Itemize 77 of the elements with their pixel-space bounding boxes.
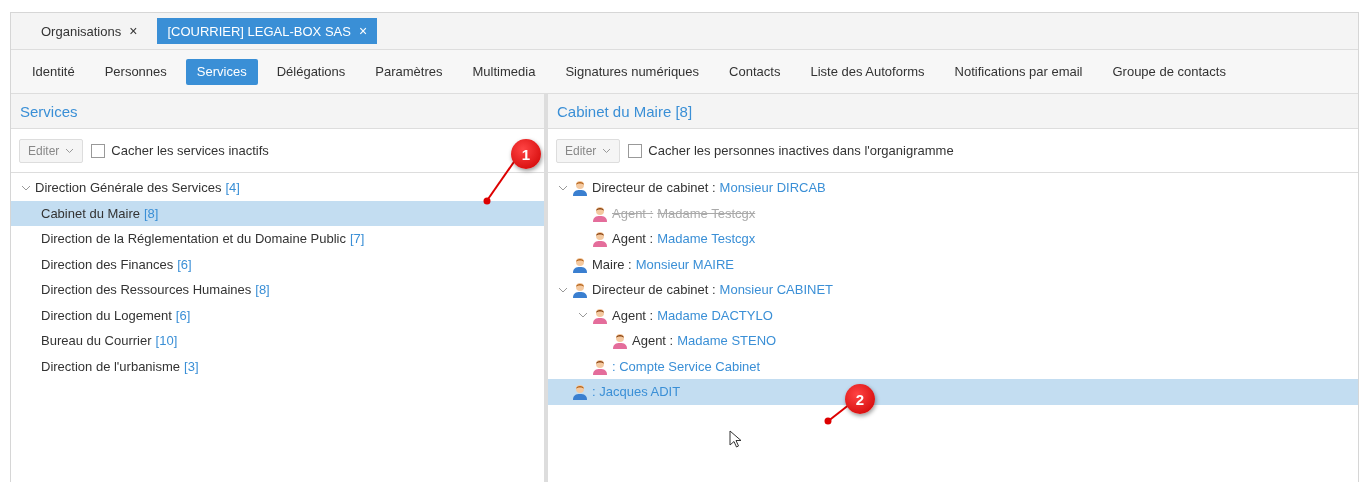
person-item[interactable]: Directeur de cabinet : Monsieur DIRCAB <box>548 175 1358 201</box>
member-count: [4] <box>225 180 240 196</box>
person-role: Directeur de cabinet : <box>592 282 716 298</box>
caret-icon <box>65 147 75 154</box>
panel-title: Services <box>11 94 544 129</box>
person-name[interactable]: Monsieur CABINET <box>719 282 833 298</box>
person-item[interactable]: Agent : Madame Testcgx <box>548 226 1358 252</box>
service-name: Direction du Logement <box>41 307 172 323</box>
tab[interactable]: Liste des Autoforms <box>799 58 936 85</box>
tab[interactable]: Personnes <box>93 58 178 85</box>
callout-badge: 2 <box>845 384 875 414</box>
man-icon <box>572 281 588 299</box>
service-name: Bureau du Courrier <box>41 333 152 349</box>
tree-item[interactable]: Direction du Logement [6] <box>11 302 544 328</box>
service-name: Direction de la Réglementation et du Domaine Public <box>41 231 346 247</box>
tree-item[interactable]: Direction de la Réglementation et du Domaine Public [7] <box>11 226 544 252</box>
checkbox[interactable] <box>91 143 106 158</box>
person-item[interactable]: Agent : Madame DACTYLO <box>548 302 1358 328</box>
man-icon <box>572 383 588 401</box>
person-item[interactable]: Directeur de cabinet : Monsieur CABINET <box>548 277 1358 303</box>
service-name: Cabinet du Maire <box>41 205 140 221</box>
service-name: Direction de l'urbanisme <box>41 358 181 374</box>
woman-icon <box>592 306 608 324</box>
person-name[interactable]: Monsieur MAIRE <box>635 256 734 272</box>
tab[interactable]: Organisations × <box>31 18 148 44</box>
person-name[interactable]: : Compte Service Cabinet <box>612 358 761 374</box>
member-count: [6] <box>175 307 191 323</box>
person-item[interactable]: Agent : Madame STENO <box>548 328 1358 354</box>
tab[interactable]: Notifications par email <box>943 58 1094 85</box>
callout-badge: 1 <box>511 139 541 169</box>
person-role: Agent : <box>632 333 674 349</box>
service-name: Direction Générale des Services <box>35 180 222 196</box>
tab[interactable]: Paramètres <box>364 58 454 85</box>
member-count: [6] <box>177 256 192 272</box>
tree-item[interactable]: Direction de l'urbanisme [3] <box>11 353 544 379</box>
person-item[interactable]: : Compte Service Cabinet <box>548 353 1358 379</box>
tab[interactable]: Signatures numériques <box>554 58 711 85</box>
mouse-pointer-icon <box>729 430 741 448</box>
person-name[interactable]: Madame DACTYLO <box>657 307 773 323</box>
person-role: Agent : <box>612 307 654 323</box>
tab[interactable]: Délégations <box>265 58 357 85</box>
person-role: Agent : <box>612 231 654 247</box>
person-role: Maire : <box>592 256 632 272</box>
tab[interactable]: Multimedia <box>461 58 547 85</box>
person-name[interactable]: Monsieur DIRCAB <box>719 180 826 196</box>
person-role: Agent : <box>612 205 654 221</box>
tab[interactable]: Groupe de contacts <box>1101 58 1237 85</box>
member-count: [7] <box>349 231 365 247</box>
service-name: Direction des Ressources Humaines <box>41 282 252 298</box>
man-icon <box>572 179 588 197</box>
person-role: Directeur de cabinet : <box>592 180 716 196</box>
panel-title: Cabinet du Maire [8] <box>548 94 1358 129</box>
tree-item[interactable]: Bureau du Courrier [10] <box>11 328 544 354</box>
tab[interactable]: Contacts <box>718 58 792 85</box>
person-name[interactable]: Madame Testcgx <box>657 231 756 247</box>
woman-icon <box>592 204 608 222</box>
tree-item[interactable]: Cabinet du Maire [8] <box>11 200 544 226</box>
person-name[interactable]: Madame STENO <box>677 333 777 349</box>
member-count: [3] <box>184 358 199 374</box>
woman-icon <box>592 357 608 375</box>
tree-item[interactable]: Direction des Finances [6] <box>11 251 544 277</box>
service-name: Direction des Finances <box>41 256 174 272</box>
person-item[interactable]: Maire : Monsieur MAIRE <box>548 251 1358 277</box>
woman-icon <box>612 332 628 350</box>
woman-icon <box>592 230 608 248</box>
member-count: [10] <box>155 333 178 349</box>
caret-icon <box>602 147 612 154</box>
member-count: [8] <box>144 205 159 221</box>
tree-item[interactable]: Direction des Ressources Humaines [8] <box>11 277 544 303</box>
tab[interactable]: Identité <box>21 58 86 85</box>
close-icon[interactable]: × <box>129 23 138 39</box>
member-count: [8] <box>255 282 270 298</box>
checkbox-label: Cacher les services inactifs <box>111 143 269 158</box>
checkbox-label: Cacher les personnes inactives dans l'organigramme <box>648 143 954 158</box>
tree-item[interactable]: Direction Générale des Services [4] <box>11 175 544 201</box>
checkbox[interactable] <box>628 143 643 158</box>
man-icon <box>572 255 588 273</box>
